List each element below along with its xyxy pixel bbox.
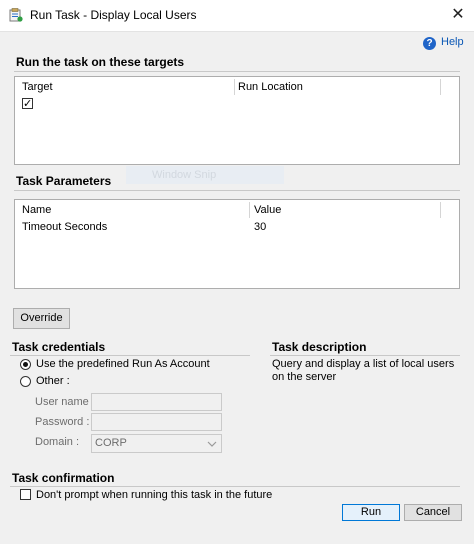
predefined-account-radio[interactable] <box>20 359 31 370</box>
password-field[interactable] <box>91 413 222 431</box>
parameter-name[interactable]: Timeout Seconds <box>22 221 107 233</box>
radio-selected-dot <box>23 362 28 367</box>
close-icon[interactable]: ✕ <box>448 5 468 25</box>
credentials-divider <box>10 355 250 356</box>
override-button[interactable]: Override <box>13 308 70 329</box>
column-separator[interactable] <box>440 202 441 218</box>
parameters-divider <box>14 190 460 191</box>
targets-divider <box>14 71 460 72</box>
other-account-label[interactable]: Other : <box>36 375 70 387</box>
chevron-down-icon <box>207 441 217 447</box>
predefined-account-label[interactable]: Use the predefined Run As Account <box>36 358 210 370</box>
parameter-value[interactable]: 30 <box>254 221 266 233</box>
domain-select[interactable]: CORP <box>91 434 222 453</box>
checkmark-icon: ✓ <box>23 98 33 110</box>
parameters-heading: Task Parameters <box>16 174 112 188</box>
column-header-name[interactable]: Name <box>22 204 51 216</box>
dont-prompt-checkbox[interactable] <box>20 489 31 500</box>
window-title: Run Task - Display Local Users <box>30 8 197 22</box>
column-separator[interactable] <box>234 79 235 95</box>
other-account-radio[interactable] <box>20 376 31 387</box>
task-icon <box>9 8 23 22</box>
dont-prompt-label[interactable]: Don't prompt when running this task in t… <box>36 489 272 501</box>
password-label: Password : <box>35 416 90 428</box>
targets-heading: Run the task on these targets <box>16 55 185 69</box>
credentials-heading: Task credentials <box>12 340 106 354</box>
column-separator[interactable] <box>440 79 441 95</box>
column-header-target[interactable]: Target <box>22 81 53 93</box>
cancel-button[interactable]: Cancel <box>404 504 462 521</box>
targets-list[interactable]: Target Run Location ✓ <box>14 76 460 165</box>
description-divider <box>270 355 460 356</box>
parameters-list[interactable]: Name Value Timeout Seconds 30 <box>14 199 460 289</box>
column-header-value[interactable]: Value <box>254 204 281 216</box>
target-row-checkbox[interactable]: ✓ <box>22 98 33 110</box>
column-header-run-location[interactable]: Run Location <box>238 81 303 93</box>
confirmation-heading: Task confirmation <box>12 471 115 485</box>
snip-overlay: Window Snip <box>126 166 284 184</box>
domain-value: CORP <box>95 437 127 449</box>
username-label: User name : <box>35 396 95 408</box>
confirmation-divider <box>10 486 460 487</box>
username-field[interactable] <box>91 393 222 411</box>
description-text: Query and display a list of local users … <box>272 358 455 383</box>
domain-label: Domain : <box>35 436 80 448</box>
description-heading: Task description <box>272 340 367 354</box>
help-link[interactable]: Help <box>441 36 464 48</box>
column-separator[interactable] <box>249 202 250 218</box>
run-button[interactable]: Run <box>342 504 400 521</box>
help-icon[interactable]: ? <box>423 37 436 50</box>
